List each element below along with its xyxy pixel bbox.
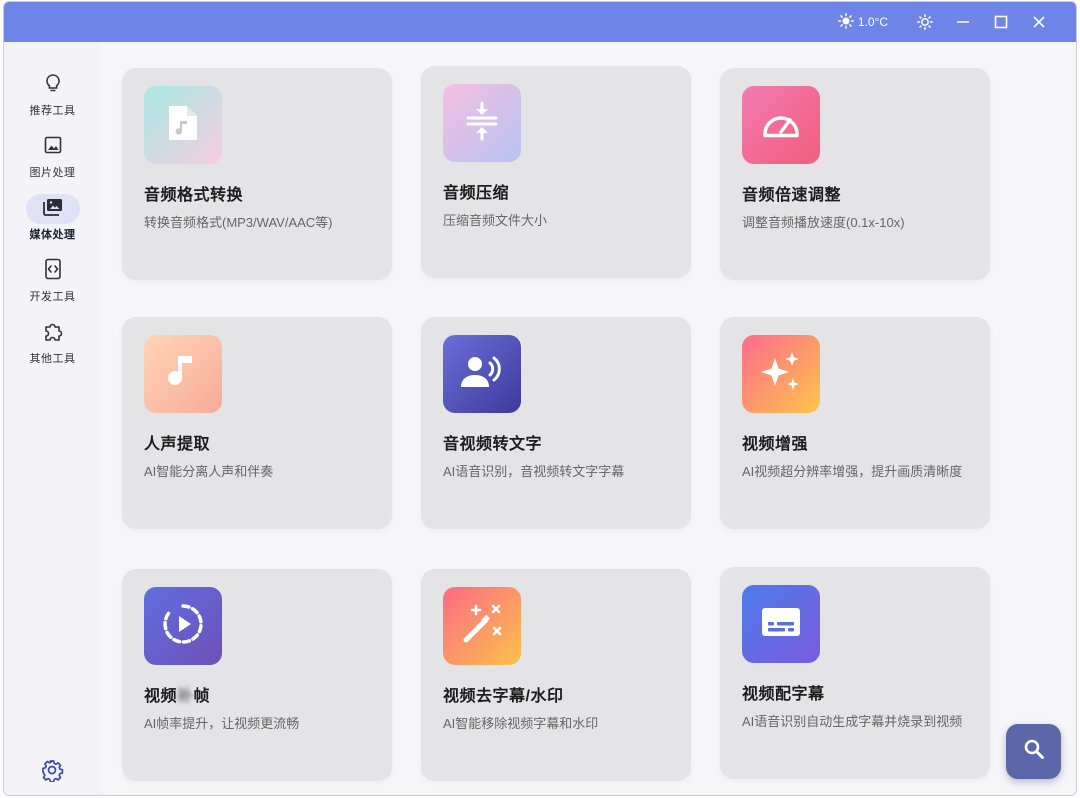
tool-card-audio-format[interactable]: 音频格式转换 转换音频格式(MP3/WAV/AAC等) [122,68,392,280]
media-library-icon [42,197,64,222]
sidebar-item-dev[interactable]: 开发工具 [4,256,101,312]
sparkle-icon [759,350,803,399]
tool-card-add-subtitles[interactable]: 视频配字幕 AI语音识别自动生成字幕并烧录到视频 [720,567,990,779]
tool-title: 视频增强 [742,436,809,453]
tool-card-remove-watermark[interactable]: 视频去字幕/水印 AI智能移除视频字幕和水印 [421,569,691,781]
theme-toggle-button[interactable] [906,2,944,42]
code-device-icon [43,258,63,285]
brightness-icon [917,14,933,30]
search-icon [1023,738,1045,765]
maximize-button[interactable] [982,2,1020,42]
tool-desc: AI智能移除视频字幕和水印 [443,716,599,731]
sun-icon [837,12,854,32]
minimize-icon [956,15,970,29]
music-note-icon [168,352,198,397]
image-icon [43,135,63,160]
settings-button[interactable] [40,758,64,783]
tool-card-audio-compress[interactable]: 音频压缩 压缩音频文件大小 [421,66,691,278]
sidebar-item-media[interactable]: 媒体处理 [4,194,101,250]
tool-card-speech-to-text[interactable]: 音视频转文字 AI语音识别，音视频转文字字幕 [421,317,691,529]
tool-desc: AI视频超分辨率增强，提升画质清晰度 [742,464,963,479]
title-bar: 1.0°C [4,2,1076,42]
sidebar-item-label: 推荐工具 [29,105,76,117]
tool-desc: AI语音识别自动生成字幕并烧录到视频 [742,714,963,729]
minimize-button[interactable] [944,2,982,42]
tool-title: 音频倍速调整 [742,187,842,204]
tool-desc: AI语音识别，音视频转文字字幕 [443,464,625,479]
app-window: 1.0°C 推荐工具 图片处理 媒体处理 开发工具 其他工具 音频格式转换 转换… [3,1,1077,796]
close-button[interactable] [1020,2,1058,42]
speedometer-icon [760,106,802,145]
audio-file-icon [166,103,200,148]
search-button[interactable] [1006,724,1061,779]
lightbulb-icon [43,73,63,98]
sidebar-item-recommended[interactable]: 推荐工具 [4,70,101,126]
tool-grid: 音频格式转换 转换音频格式(MP3/WAV/AAC等) 音频压缩 压缩音频文件大… [101,42,1076,795]
tool-card-audio-speed[interactable]: 音频倍速调整 调整音频播放速度(0.1x-10x) [720,68,990,280]
tool-card-frame-interp[interactable]: 视频补帧 AI帧率提升，让视频更流畅 [122,569,392,781]
maximize-icon [994,15,1008,29]
close-icon [1032,15,1046,29]
tool-card-vocal-extract[interactable]: 人声提取 AI智能分离人声和伴奏 [122,317,392,529]
tool-title: 音视频转文字 [443,436,543,453]
puzzle-icon [42,320,64,347]
tool-desc: 调整音频播放速度(0.1x-10x) [742,215,905,230]
tool-title: 人声提取 [144,436,211,453]
magic-wand-icon [460,602,504,651]
sidebar-item-label: 图片处理 [29,167,76,179]
temperature-text: 1.0°C [857,15,888,29]
tool-desc: AI智能分离人声和伴奏 [144,464,274,479]
tool-title: 音频格式转换 [144,187,244,204]
compress-icon [464,101,500,146]
tool-title: 音频压缩 [443,185,510,202]
tool-desc: AI帧率提升，让视频更流畅 [144,716,300,731]
tool-card-video-enhance[interactable]: 视频增强 AI视频超分辨率增强，提升画质清晰度 [720,317,990,529]
sidebar: 推荐工具 图片处理 媒体处理 开发工具 其他工具 [4,42,101,795]
tool-title: 视频配字幕 [742,686,825,703]
gear-icon [40,760,64,786]
play-circle-icon [162,603,204,650]
sidebar-item-label: 媒体处理 [29,229,76,241]
tool-desc: 转换音频格式(MP3/WAV/AAC等) [144,215,333,230]
sidebar-item-label: 开发工具 [29,291,76,303]
tool-title: 视频去字幕/水印 [443,688,564,705]
tool-title: 视频补帧 [144,688,211,705]
tool-desc: 压缩音频文件大小 [443,213,548,228]
voice-recognition-icon [460,354,504,395]
weather-widget[interactable]: 1.0°C [837,12,888,32]
subtitles-icon [760,605,802,644]
sidebar-item-other[interactable]: 其他工具 [4,318,101,374]
sidebar-item-image[interactable]: 图片处理 [4,132,101,188]
sidebar-item-label: 其他工具 [29,353,76,365]
